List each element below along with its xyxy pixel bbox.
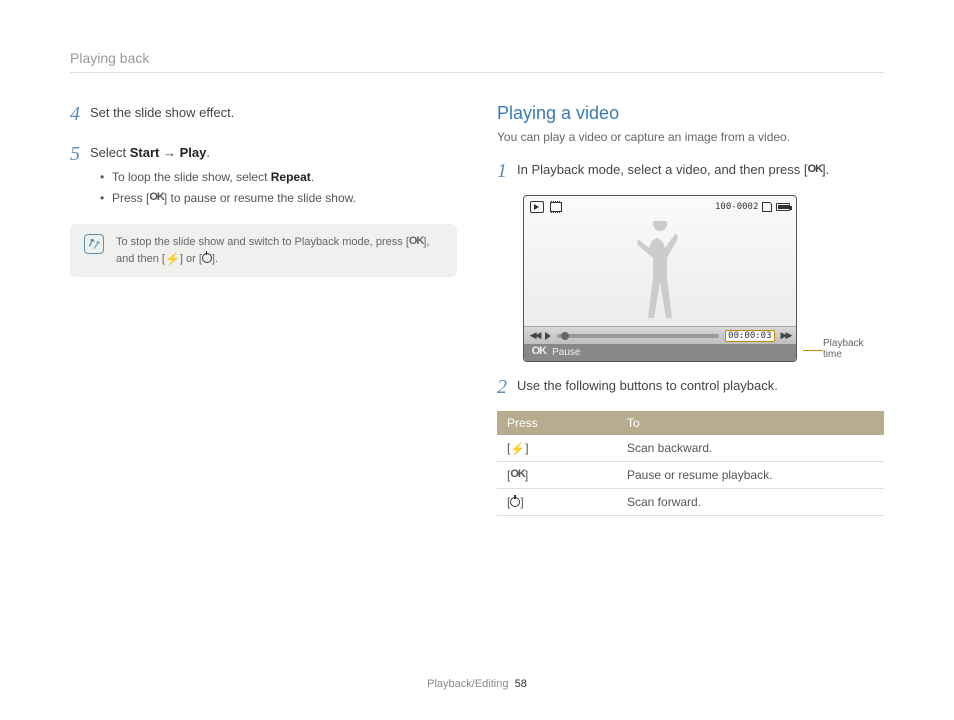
step-body: Select Start → Play. To loop the slide s… <box>90 143 457 211</box>
text: To stop the slide show and switch to Pla… <box>116 236 409 248</box>
page-footer: Playback/Editing 58 <box>0 678 954 690</box>
text: ] or [ <box>180 253 202 265</box>
forward-icon: ▶▶ <box>781 330 791 341</box>
step-number: 1 <box>497 161 517 181</box>
step-1: 1 In Playback mode, select a video, and … <box>497 160 884 181</box>
step-text: In Playback mode, select a video, and th… <box>517 160 884 180</box>
section-subtitle: You can play a video or capture an image… <box>497 130 884 144</box>
right-column: Playing a video You can play a video or … <box>497 103 884 516</box>
ok-icon: OK <box>149 192 164 203</box>
play-icon <box>545 332 551 340</box>
video-illustration-wrap: 100-0002 ◀◀ 00:00:03 ▶▶ <box>497 195 884 362</box>
page-number: 58 <box>515 678 527 690</box>
section-title: Playing a video <box>497 103 884 124</box>
play-label: Play <box>180 145 207 160</box>
video-controls-bar: ◀◀ 00:00:03 ▶▶ <box>524 326 797 344</box>
progress-bar <box>557 334 719 338</box>
step-4-text: Set the slide show effect. <box>90 103 457 123</box>
top-right-status: 100-0002 <box>715 202 790 212</box>
ok-icon: OK <box>532 346 547 357</box>
bullet-list: To loop the slide show, select Repeat. P… <box>90 168 457 207</box>
playback-mode-icon <box>530 201 544 213</box>
left-column: 4 Set the slide show effect. 5 Select St… <box>70 103 457 516</box>
step-4: 4 Set the slide show effect. <box>70 103 457 129</box>
cell-press: [OK] <box>497 462 617 489</box>
video-bottom-bar: OK Pause <box>524 344 797 361</box>
file-counter: 100-0002 <box>715 202 758 212</box>
note-icon <box>84 234 104 254</box>
text: ] to pause or resume the slide show. <box>164 191 356 205</box>
film-icon <box>550 202 562 212</box>
text: ]. <box>212 253 218 265</box>
table-row: [⚡] Scan backward. <box>497 435 884 462</box>
flash-icon: ⚡ <box>510 443 525 455</box>
step-number: 4 <box>70 104 90 124</box>
cell-to: Pause or resume playback. <box>617 462 884 489</box>
page-header: Playing back <box>70 50 884 73</box>
table-header-row: Press To <box>497 411 884 435</box>
callout-label: Playback time <box>823 338 884 360</box>
progress-handle <box>561 332 569 340</box>
cell-press: [⚡] <box>497 435 617 462</box>
cell-to: Scan forward. <box>617 489 884 516</box>
step-number: 2 <box>497 377 517 397</box>
timer-icon <box>202 253 212 263</box>
text: . <box>206 145 210 160</box>
ok-icon: OK <box>510 469 525 480</box>
text: Select <box>90 145 130 160</box>
step-text: Set the slide show effect. <box>90 103 457 129</box>
timer-icon <box>510 497 520 507</box>
cell-press: [] <box>497 489 617 516</box>
rewind-icon: ◀◀ <box>530 330 540 341</box>
note-text: To stop the slide show and switch to Pla… <box>116 234 443 267</box>
video-frame: 100-0002 ◀◀ 00:00:03 ▶▶ <box>523 195 798 362</box>
sd-card-icon <box>762 202 772 212</box>
cell-to: Scan backward. <box>617 435 884 462</box>
flash-icon: ⚡ <box>165 253 180 265</box>
note-box: To stop the slide show and switch to Pla… <box>70 224 457 277</box>
text: ]. <box>822 162 829 177</box>
step-text: Use the following buttons to control pla… <box>517 376 884 396</box>
repeat-label: Repeat <box>271 170 311 184</box>
step-number: 5 <box>70 144 90 164</box>
table-row: [OK] Pause or resume playback. <box>497 462 884 489</box>
step-5: 5 Select Start → Play. To loop the slide… <box>70 143 457 211</box>
th-press: Press <box>497 411 617 435</box>
step-2: 2 Use the following buttons to control p… <box>497 376 884 397</box>
text: . <box>311 170 314 184</box>
arrow: → <box>159 145 179 160</box>
th-to: To <box>617 411 884 435</box>
playback-time-badge: 00:00:03 <box>725 330 774 342</box>
text: Press [ <box>112 191 149 205</box>
callout-line <box>803 350 823 351</box>
pause-label: Pause <box>552 347 580 358</box>
video-top-bar: 100-0002 <box>530 200 791 214</box>
content-columns: 4 Set the slide show effect. 5 Select St… <box>70 103 884 516</box>
text: To loop the slide show, select <box>112 170 271 184</box>
bullet-item: To loop the slide show, select Repeat. <box>100 168 457 186</box>
callout: Playback time <box>803 318 884 360</box>
start-label: Start <box>130 145 160 160</box>
table-row: [] Scan forward. <box>497 489 884 516</box>
person-silhouette <box>630 221 690 326</box>
controls-table: Press To [⚡] Scan backward. [OK] Pause o… <box>497 411 884 516</box>
ok-icon: OK <box>409 236 424 247</box>
step-5-text: Select Start → Play. <box>90 143 457 163</box>
ok-icon: OK <box>808 164 823 175</box>
footer-section: Playback/Editing <box>427 678 508 690</box>
video-body <box>530 216 791 326</box>
top-left-icons <box>530 201 562 213</box>
bullet-item: Press [OK] to pause or resume the slide … <box>100 189 457 207</box>
battery-icon <box>776 203 790 211</box>
text: In Playback mode, select a video, and th… <box>517 162 808 177</box>
